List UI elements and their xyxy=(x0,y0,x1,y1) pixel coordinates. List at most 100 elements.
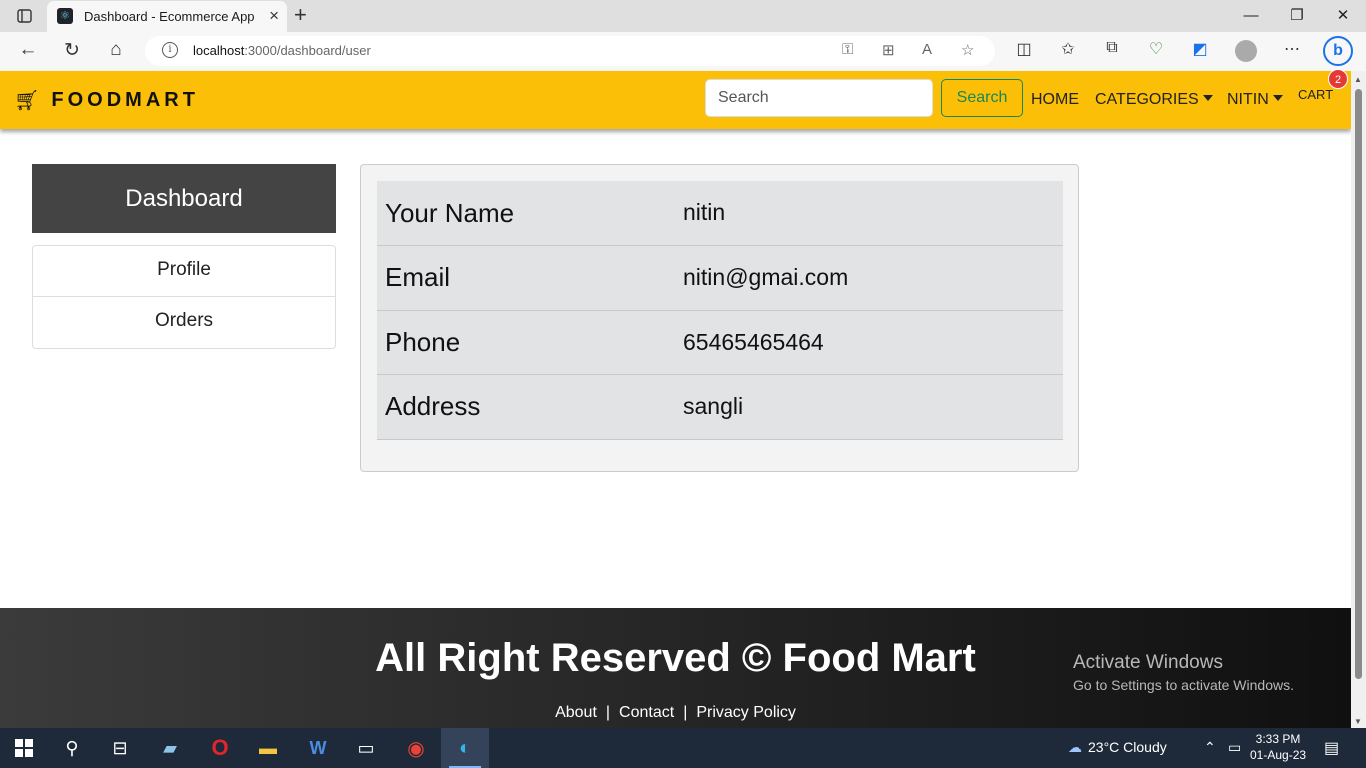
network-icon[interactable]: ▭ xyxy=(1228,739,1241,756)
edge-icon[interactable]: ◐ xyxy=(441,728,489,768)
phone-value: 65465465464 xyxy=(683,328,824,355)
brand-name: FOODMART xyxy=(51,89,199,111)
footer-link-contact[interactable]: Contact xyxy=(619,704,674,721)
user-label: NITIN xyxy=(1227,91,1269,108)
url-path: :3000/dashboard/user xyxy=(244,43,371,58)
footer-link-about[interactable]: About xyxy=(555,704,597,721)
refresh-icon[interactable]: ↻ xyxy=(60,39,84,62)
watermark-line-1: Activate Windows xyxy=(1073,652,1223,673)
weather-text: 23°C Cloudy xyxy=(1088,739,1167,755)
notes-app-icon[interactable]: ▰ xyxy=(146,728,194,768)
minimize-icon[interactable]: — xyxy=(1228,0,1274,32)
task-view-icon[interactable]: ⊟ xyxy=(96,728,144,768)
apps-icon[interactable]: ⊞ xyxy=(882,41,895,59)
cloud-icon: ☁ xyxy=(1068,739,1082,755)
app-navbar: 🛒︎ FOODMART Search HOME CATEGORIES NITIN… xyxy=(0,69,1351,129)
scroll-up-icon[interactable]: ▲ xyxy=(1354,75,1362,84)
read-aloud-icon[interactable]: A xyxy=(922,41,932,58)
nav-user-dropdown[interactable]: NITIN xyxy=(1227,91,1283,109)
table-row: Phone 65465465464 xyxy=(377,310,1063,375)
window-controls: — ❐ ✕ xyxy=(1228,0,1366,32)
search-taskbar-icon[interactable]: ⚲ xyxy=(48,728,96,768)
close-window-icon[interactable]: ✕ xyxy=(1320,0,1366,32)
browser-tab-strip: ⚛ Dashboard - Ecommerce App × + — ❐ ✕ xyxy=(0,0,1366,32)
clock-date: 01-Aug-23 xyxy=(1250,748,1307,762)
shopping-cart-icon: 🛒︎ xyxy=(14,90,40,112)
nav-cart-link[interactable]: CART xyxy=(1298,87,1333,102)
table-row: Address sangli xyxy=(377,374,1063,439)
collections-icon[interactable]: ⧉ xyxy=(1101,39,1123,57)
close-icon[interactable]: × xyxy=(269,6,279,26)
browser-toolbar: ← ↻ ⌂ i localhost:3000/dashboard/user ⚿ … xyxy=(0,32,1366,71)
profile-icon[interactable] xyxy=(1235,40,1257,62)
search-input[interactable] xyxy=(705,79,933,117)
favorites-icon[interactable]: ✩ xyxy=(1057,39,1079,59)
address-label: Address xyxy=(385,391,481,422)
watermark-line-2: Go to Settings to activate Windows. xyxy=(1073,677,1294,693)
nav-categories-dropdown[interactable]: CATEGORIES xyxy=(1095,91,1213,109)
weather-widget[interactable]: ☁ 23°C Cloudy xyxy=(1068,739,1167,756)
nav-home-link[interactable]: HOME xyxy=(1031,91,1079,109)
footer-separator: | xyxy=(683,704,688,721)
bing-icon[interactable]: b xyxy=(1323,36,1353,66)
notification-icon[interactable]: ▤ xyxy=(1324,738,1339,758)
cart-count-badge: 2 xyxy=(1328,69,1348,89)
email-label: Email xyxy=(385,262,451,293)
url-host: localhost xyxy=(193,43,245,58)
clock-time: 3:33 PM xyxy=(1255,732,1301,746)
react-favicon-icon: ⚛ xyxy=(57,8,73,24)
favorite-star-icon[interactable]: ☆ xyxy=(961,41,974,59)
search-button[interactable]: Search xyxy=(941,79,1023,117)
chevron-up-icon[interactable]: ⌃ xyxy=(1204,739,1216,756)
page-footer: All Right Reserved © Food Mart About | Con… xyxy=(0,608,1351,728)
sidebar-item-orders[interactable]: Orders xyxy=(33,297,335,348)
footer-separator: | xyxy=(605,704,611,721)
split-screen-icon[interactable]: ◫ xyxy=(1013,39,1035,59)
health-icon[interactable]: ♡ xyxy=(1145,39,1167,59)
more-icon[interactable]: ⋯ xyxy=(1281,39,1303,59)
name-label: Your Name xyxy=(385,197,515,228)
address-bar[interactable]: i localhost:3000/dashboard/user ⚿ ⊞ A ☆ xyxy=(145,36,995,66)
address-value: sangli xyxy=(683,393,744,419)
email-value: nitin@gmai.com xyxy=(683,264,849,290)
categories-label: CATEGORIES xyxy=(1095,91,1199,108)
browser-tab[interactable]: ⚛ Dashboard - Ecommerce App × xyxy=(47,1,287,32)
activate-windows-watermark: Activate Windows Go to Settings to activ… xyxy=(1073,652,1294,693)
info-icon[interactable]: i xyxy=(162,42,178,58)
opera-icon[interactable]: O xyxy=(196,728,244,768)
copilot-icon[interactable]: ◩ xyxy=(1189,39,1211,59)
key-icon[interactable]: ⚿ xyxy=(842,41,853,58)
caret-down-icon xyxy=(1272,95,1283,101)
new-tab-icon[interactable]: + xyxy=(294,2,307,28)
user-details-card: Your Name nitin Email nitin@gmai.com Pho… xyxy=(360,164,1079,472)
word-icon[interactable]: W xyxy=(294,728,342,768)
windows-logo-icon xyxy=(15,739,33,757)
table-row: Email nitin@gmai.com xyxy=(377,245,1063,310)
tab-actions-icon[interactable] xyxy=(10,7,38,25)
restore-icon[interactable]: ❐ xyxy=(1274,0,1320,32)
sidebar-menu: Profile Orders xyxy=(32,245,336,349)
caret-down-icon xyxy=(1202,95,1213,101)
file-explorer-icon[interactable]: ▬ xyxy=(244,728,292,768)
page-scrollbar[interactable]: ▲ ▼ xyxy=(1351,71,1366,728)
taskbar-clock[interactable]: 3:33 PM 01-Aug-23 xyxy=(1250,731,1306,763)
name-value: nitin xyxy=(683,199,726,225)
chrome-icon[interactable]: ◉ xyxy=(392,728,440,768)
brand-link[interactable]: 🛒︎ FOODMART xyxy=(14,88,199,113)
user-details-table: Your Name nitin Email nitin@gmai.com Pho… xyxy=(377,181,1063,440)
sidebar-item-profile[interactable]: Profile xyxy=(33,246,335,297)
url-text[interactable]: localhost:3000/dashboard/user xyxy=(193,43,371,58)
tab-title: Dashboard - Ecommerce App xyxy=(84,9,255,24)
footer-links: About | Contact | Privacy Policy xyxy=(0,704,1351,722)
dashboard-title: Dashboard xyxy=(32,164,336,233)
scroll-down-icon[interactable]: ▼ xyxy=(1354,717,1362,726)
table-row: Your Name nitin xyxy=(377,181,1063,246)
footer-link-privacy[interactable]: Privacy Policy xyxy=(696,704,796,721)
home-icon[interactable]: ⌂ xyxy=(104,39,128,61)
windows-taskbar: ⚲ ⊟ ▰ O ▬ W ▭ ◉ ◐ ☁ 23°C Cloudy ⌃ ▭ 3:33 … xyxy=(0,728,1366,768)
scrollbar-thumb[interactable] xyxy=(1355,89,1362,679)
back-icon[interactable]: ← xyxy=(16,39,40,61)
terminal-icon[interactable]: ▭ xyxy=(342,728,390,768)
start-button[interactable] xyxy=(0,728,48,768)
phone-label: Phone xyxy=(385,326,461,357)
